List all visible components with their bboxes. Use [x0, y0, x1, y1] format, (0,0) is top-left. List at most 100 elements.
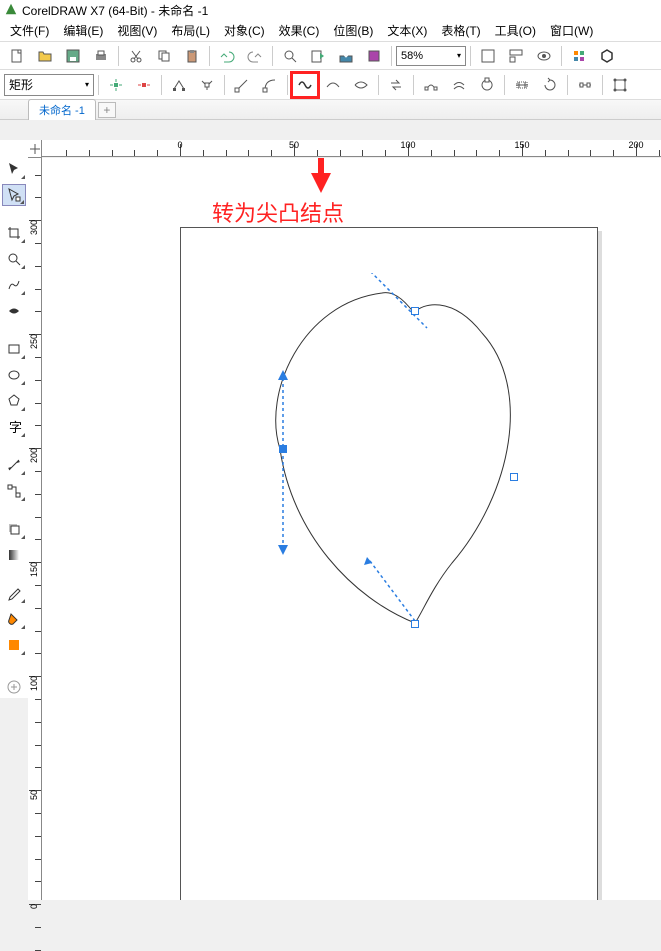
- break-node-button[interactable]: [194, 73, 220, 97]
- delete-node-button[interactable]: [131, 73, 157, 97]
- separator: [209, 46, 210, 66]
- extract-subpath-button[interactable]: [446, 73, 472, 97]
- shape-type-select[interactable]: 矩形: [4, 74, 94, 96]
- tab-label: 未命名 -1: [39, 105, 85, 117]
- color-eyedropper-tool[interactable]: [2, 582, 26, 604]
- parallel-dimension-tool[interactable]: [2, 454, 26, 476]
- document-tab[interactable]: 未命名 -1: [28, 99, 96, 120]
- cusp-node-button[interactable]: [292, 73, 318, 97]
- smart-fill-tool[interactable]: [2, 634, 26, 656]
- menu-text[interactable]: 文本(X): [381, 20, 433, 41]
- menu-edit[interactable]: 编辑(E): [57, 20, 109, 41]
- search-button[interactable]: [277, 44, 303, 68]
- cut-button[interactable]: [123, 44, 149, 68]
- reverse-direction-button[interactable]: [383, 73, 409, 97]
- rotate-skew-button[interactable]: [537, 73, 563, 97]
- shape-tool[interactable]: [2, 184, 26, 206]
- crop-tool[interactable]: [2, 222, 26, 244]
- undo-button[interactable]: [214, 44, 240, 68]
- menu-file[interactable]: 文件(F): [4, 20, 55, 41]
- align-nodes-button[interactable]: [572, 73, 598, 97]
- node-bottom[interactable]: [411, 620, 419, 628]
- separator: [391, 46, 392, 66]
- window-title: CorelDRAW X7 (64-Bit) - 未命名 -1: [22, 2, 208, 19]
- property-bar: 矩形: [0, 70, 661, 100]
- extend-curve-button[interactable]: [418, 73, 444, 97]
- menu-tools[interactable]: 工具(O): [489, 20, 542, 41]
- smooth-node-button[interactable]: [320, 73, 346, 97]
- ellipse-tool[interactable]: [2, 364, 26, 386]
- app-launcher-button[interactable]: [594, 44, 620, 68]
- fullscreen-button[interactable]: [475, 44, 501, 68]
- show-rulers-button[interactable]: [503, 44, 529, 68]
- menu-effects[interactable]: 效果(C): [273, 20, 326, 41]
- title-bar: CorelDRAW X7 (64-Bit) - 未命名 -1: [0, 0, 661, 20]
- separator: [224, 75, 225, 95]
- redo-button[interactable]: [242, 44, 268, 68]
- artistic-media-tool[interactable]: [2, 300, 26, 322]
- separator: [378, 75, 379, 95]
- text-tool[interactable]: 字: [2, 416, 26, 438]
- transparency-tool[interactable]: [2, 544, 26, 566]
- interactive-fill-tool[interactable]: [2, 608, 26, 630]
- polygon-tool[interactable]: [2, 390, 26, 412]
- add-tab-button[interactable]: +: [98, 102, 116, 118]
- separator: [567, 75, 568, 95]
- freehand-tool[interactable]: [2, 274, 26, 296]
- menu-layout[interactable]: 布局(L): [165, 20, 216, 41]
- copy-button[interactable]: [151, 44, 177, 68]
- ruler-origin[interactable]: [28, 140, 42, 158]
- separator: [272, 46, 273, 66]
- new-button[interactable]: [4, 44, 30, 68]
- options-button[interactable]: [566, 44, 592, 68]
- separator: [413, 75, 414, 95]
- shape-type-value: 矩形: [9, 76, 33, 93]
- rectangle-tool[interactable]: [2, 338, 26, 360]
- pick-tool[interactable]: [2, 158, 26, 180]
- separator: [561, 46, 562, 66]
- connector-tool[interactable]: [2, 480, 26, 502]
- menu-bitmap[interactable]: 位图(B): [327, 20, 379, 41]
- to-curve-button[interactable]: [257, 73, 283, 97]
- separator: [118, 46, 119, 66]
- drop-shadow-tool[interactable]: [2, 518, 26, 540]
- preview-button[interactable]: [531, 44, 557, 68]
- node-right[interactable]: [510, 473, 518, 481]
- save-button[interactable]: [60, 44, 86, 68]
- separator: [98, 75, 99, 95]
- add-node-button[interactable]: [103, 73, 129, 97]
- annotation-text: 转为尖凸结点: [212, 196, 344, 228]
- stretch-scale-button[interactable]: [509, 73, 535, 97]
- zoom-value: 58%: [401, 50, 423, 62]
- open-button[interactable]: [32, 44, 58, 68]
- zoom-tool[interactable]: [2, 248, 26, 270]
- close-curve-button[interactable]: [474, 73, 500, 97]
- import-button[interactable]: [305, 44, 331, 68]
- canvas[interactable]: 转为尖凸结点: [42, 158, 661, 900]
- node-top-cusp[interactable]: [411, 307, 419, 315]
- document-tabs: 未命名 -1 +: [0, 100, 661, 120]
- print-button[interactable]: [88, 44, 114, 68]
- control-handle[interactable]: [276, 370, 290, 555]
- paste-button[interactable]: [179, 44, 205, 68]
- export-button[interactable]: [333, 44, 359, 68]
- publish-button[interactable]: [361, 44, 387, 68]
- annotation-arrow-icon: [311, 158, 331, 195]
- app-icon: [4, 2, 18, 19]
- elastic-mode-button[interactable]: [607, 73, 633, 97]
- symmetric-node-button[interactable]: [348, 73, 374, 97]
- menu-table[interactable]: 表格(T): [435, 20, 486, 41]
- separator: [161, 75, 162, 95]
- menu-view[interactable]: 视图(V): [111, 20, 163, 41]
- node-left-selected[interactable]: [279, 445, 287, 453]
- quick-customize-button[interactable]: [2, 676, 26, 698]
- separator: [504, 75, 505, 95]
- menu-object[interactable]: 对象(C): [218, 20, 271, 41]
- to-line-button[interactable]: [229, 73, 255, 97]
- join-nodes-button[interactable]: [166, 73, 192, 97]
- menu-window[interactable]: 窗口(W): [544, 20, 599, 41]
- menu-bar: 文件(F) 编辑(E) 视图(V) 布局(L) 对象(C) 效果(C) 位图(B…: [0, 20, 661, 42]
- separator: [602, 75, 603, 95]
- zoom-combo[interactable]: 58%: [396, 46, 466, 66]
- horizontal-ruler: 050100150200: [28, 140, 661, 157]
